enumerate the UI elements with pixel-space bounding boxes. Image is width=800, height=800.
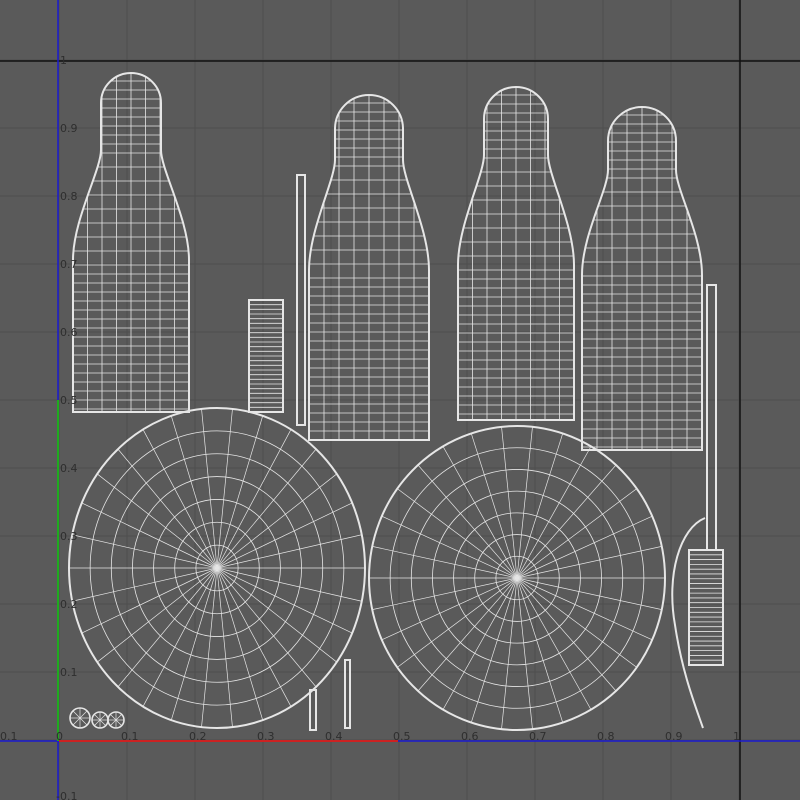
wire-edge bbox=[170, 567, 218, 721]
wire-edge bbox=[94, 714, 101, 721]
x-tick-label: 0.2 bbox=[189, 730, 207, 743]
wire-edge bbox=[201, 567, 218, 728]
y-tick-label: 0.3 bbox=[60, 530, 78, 543]
uv-shells[interactable] bbox=[68, 72, 724, 731]
uv-editor-viewport[interactable]: 0 0.1 -0.1 0.1 0.2 0.3 0.4 0.5 0.6 0.7 0.8 0.9 1 0… bbox=[0, 0, 800, 800]
cap-shell-2[interactable] bbox=[368, 425, 666, 731]
uv-grid-canvas[interactable]: 0 0.1 -0.1 0.1 0.2 0.3 0.4 0.5 0.6 0.7 0.8 0.9 1 0… bbox=[0, 0, 800, 800]
y-tick-label: 1 bbox=[60, 54, 67, 67]
x-tick-label: 0.7 bbox=[529, 730, 547, 743]
bottle-shell-4[interactable] bbox=[577, 106, 707, 451]
y-tick-label: 0.7 bbox=[60, 258, 78, 271]
shell-wires bbox=[309, 95, 429, 440]
bottle-shell-3[interactable] bbox=[453, 86, 579, 421]
wire-edge bbox=[516, 577, 564, 723]
wire-edge bbox=[216, 408, 233, 569]
thin-strip bbox=[296, 174, 306, 426]
x-tick-label: 0.4 bbox=[325, 730, 343, 743]
shell-wires bbox=[582, 107, 702, 450]
wire-edge bbox=[115, 714, 122, 721]
wire-edge bbox=[79, 717, 88, 726]
x-tick-label: 0.5 bbox=[393, 730, 411, 743]
wire-edge bbox=[516, 577, 533, 730]
wire-edge bbox=[516, 426, 533, 579]
wire-edge bbox=[501, 426, 518, 579]
y-tick-label: 0.1 bbox=[60, 666, 78, 679]
y-tick-label: 0.6 bbox=[60, 326, 78, 339]
y-below-label: -0.1 bbox=[56, 790, 77, 800]
bottle-shell-2[interactable] bbox=[304, 94, 434, 441]
thin-strip bbox=[309, 689, 317, 731]
shell-wires bbox=[458, 87, 574, 420]
y-tick-label: 0.9 bbox=[60, 122, 78, 135]
x-tick-label: 0.8 bbox=[597, 730, 615, 743]
wire-edge bbox=[501, 577, 518, 730]
wire-edge bbox=[110, 714, 117, 721]
wire-edge bbox=[170, 415, 218, 569]
thin-strip bbox=[344, 659, 351, 729]
bottle-shell-1[interactable] bbox=[68, 72, 194, 413]
wire-edge bbox=[94, 719, 101, 726]
x-tick-label: 0.6 bbox=[461, 730, 479, 743]
x-tick-label: 1 bbox=[733, 730, 740, 743]
wire-edge bbox=[516, 433, 564, 579]
wire-edge bbox=[216, 567, 233, 728]
x-tick-label: 0.3 bbox=[257, 730, 275, 743]
wire-edge bbox=[79, 710, 88, 719]
x-tick-label: 0.9 bbox=[665, 730, 683, 743]
label-strip-2[interactable] bbox=[688, 549, 724, 666]
wire-edge bbox=[99, 719, 106, 726]
wire-edge bbox=[72, 717, 81, 726]
shell-wires bbox=[73, 73, 189, 412]
thin-strip bbox=[706, 284, 717, 551]
wire-edge bbox=[470, 577, 518, 723]
y-tick-label: 0.8 bbox=[60, 190, 78, 203]
y-tick-label: 0.2 bbox=[60, 598, 78, 611]
y-tick-label: 0.5 bbox=[60, 394, 78, 407]
x-tick-label: 0.1 bbox=[121, 730, 139, 743]
wire-edge bbox=[216, 567, 264, 721]
x-left-label: 0.1 bbox=[0, 730, 18, 743]
origin-label: 0 bbox=[56, 730, 63, 743]
wire-edge bbox=[115, 719, 122, 726]
wire-edge bbox=[72, 710, 81, 719]
wire-edge bbox=[99, 714, 106, 721]
wire-edge bbox=[470, 433, 518, 579]
wire-edge bbox=[201, 408, 218, 569]
label-strip-1[interactable] bbox=[248, 299, 284, 413]
cap-shell-1[interactable] bbox=[68, 407, 366, 729]
small-cap-pieces[interactable] bbox=[69, 707, 125, 729]
wire-edge bbox=[110, 719, 117, 726]
wire-edge bbox=[216, 415, 264, 569]
y-tick-label: 0.4 bbox=[60, 462, 78, 475]
